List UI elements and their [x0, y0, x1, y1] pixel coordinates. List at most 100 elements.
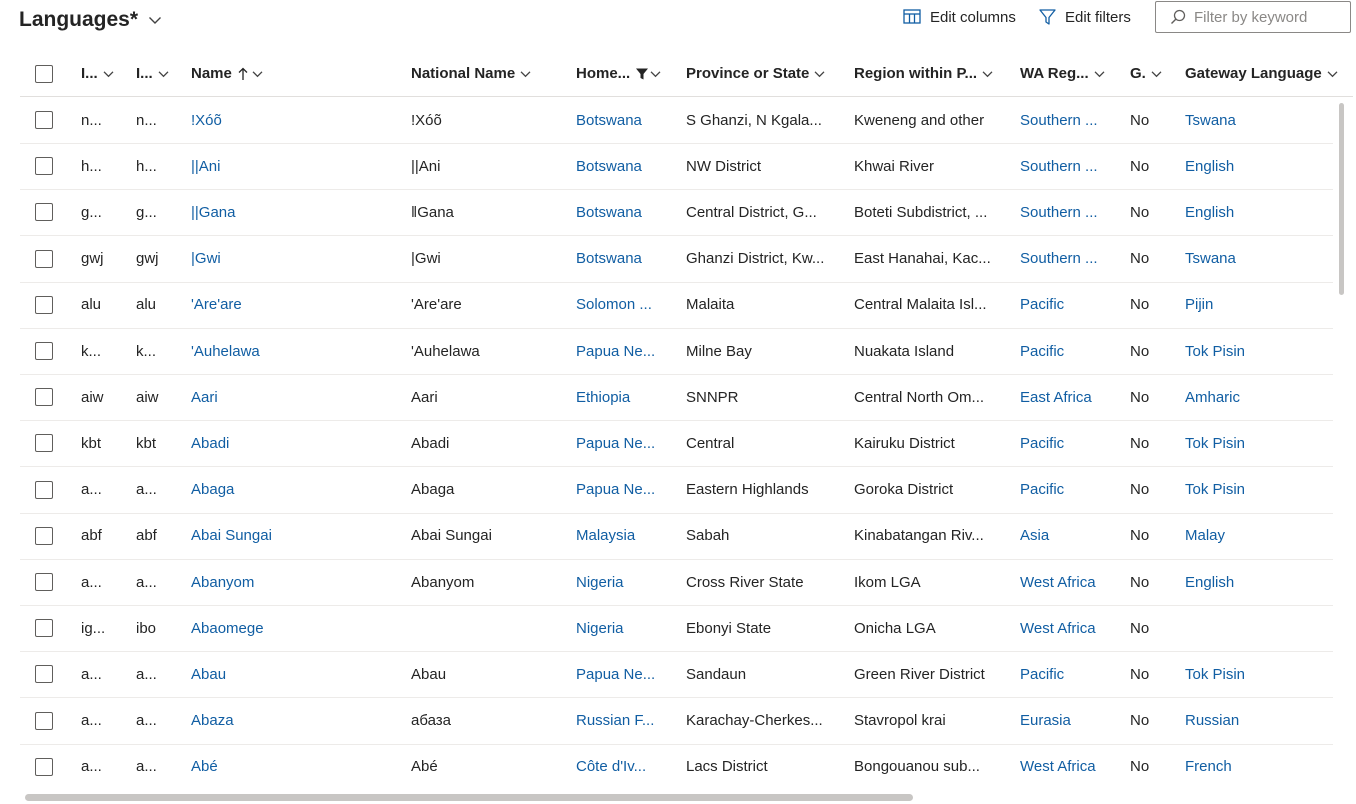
cell-name-text[interactable]: ||Ani	[191, 158, 401, 175]
row-checkbox[interactable]	[35, 665, 53, 684]
table-row[interactable]: gwj gwj |Gwi |Gwi Botswana Ghanzi District, K…	[20, 236, 1333, 283]
cell-gateway-text[interactable]: Tok Pisin	[1185, 481, 1345, 498]
cell-name-text[interactable]: Abé	[191, 758, 401, 775]
cell-name-text[interactable]: Aari	[191, 389, 401, 406]
cell-wa-text[interactable]: West Africa	[1020, 574, 1120, 591]
row-checkbox[interactable]	[35, 342, 53, 360]
cell-name-text[interactable]: 'Are'are	[191, 296, 401, 313]
cell-wa-text[interactable]: Southern ...	[1020, 112, 1120, 129]
cell-wa-text[interactable]: Pacific	[1020, 296, 1120, 313]
table-row[interactable]: aiw aiw Aari Aari Ethiopia SNNPR Central North…	[20, 374, 1333, 422]
cell-name-text[interactable]: Abanyom	[191, 574, 401, 591]
row-checkbox[interactable]	[35, 203, 53, 222]
cell-gateway-text[interactable]: Pijin	[1185, 296, 1345, 313]
cell-wa-text[interactable]: Pacific	[1020, 343, 1120, 360]
cell-home-text[interactable]: Nigeria	[576, 620, 676, 637]
cell-gateway-text[interactable]: Tok Pisin	[1185, 435, 1345, 452]
cell-gateway-text[interactable]: English	[1185, 204, 1345, 221]
cell-wa-text[interactable]: Pacific	[1020, 666, 1120, 683]
row-checkbox[interactable]	[35, 157, 53, 176]
cell-name-text[interactable]: Abau	[191, 666, 401, 683]
cell-home-text[interactable]: Botswana	[576, 250, 676, 267]
cell-home-text[interactable]: Papua Ne...	[576, 435, 676, 452]
row-checkbox[interactable]	[35, 619, 53, 638]
cell-gateway-text[interactable]: Tok Pisin	[1185, 666, 1345, 683]
cell-home-text[interactable]: Russian F...	[576, 712, 676, 729]
cell-gateway-text[interactable]: Tswana	[1185, 112, 1345, 129]
cell-wa-text[interactable]: Pacific	[1020, 481, 1120, 498]
cell-home-text[interactable]: Papua Ne...	[576, 666, 676, 683]
table-row[interactable]: n... n... !Xóõ !Xóõ Botswana S Ghanzi, N Kgal…	[20, 97, 1333, 144]
cell-wa-text[interactable]: West Africa	[1020, 620, 1120, 637]
table-row[interactable]: abf abf Abai Sungai Abai Sungai Malaysia Saba…	[20, 513, 1333, 560]
cell-gateway-text[interactable]: Tswana	[1185, 250, 1345, 267]
column-header[interactable]: National Name	[411, 51, 586, 96]
column-header[interactable]: G.	[1130, 51, 1185, 96]
cell-wa-text[interactable]: Asia	[1020, 527, 1120, 544]
cell-home-text[interactable]: Malaysia	[576, 527, 676, 544]
cell-wa-text[interactable]: Pacific	[1020, 435, 1120, 452]
row-checkbox[interactable]	[35, 526, 53, 545]
table-row[interactable]: a... a... Abaga Abaga Papua Ne... Eastern Hig…	[20, 467, 1333, 514]
vertical-scrollbar[interactable]	[1339, 103, 1344, 295]
cell-home-text[interactable]: Papua Ne...	[576, 481, 676, 498]
cell-name-text[interactable]: Abaga	[191, 481, 401, 498]
table-row[interactable]: k... k... 'Auhelawa 'Auhelawa Papua Ne... Mil…	[20, 328, 1333, 375]
cell-home-text[interactable]: Botswana	[576, 112, 676, 129]
cell-name-text[interactable]: !Xóõ	[191, 112, 401, 129]
row-checkbox[interactable]	[35, 111, 53, 129]
cell-wa-text[interactable]: Southern ...	[1020, 250, 1120, 267]
cell-name-text[interactable]: ||Gana	[191, 204, 401, 221]
cell-home-text[interactable]: Botswana	[576, 204, 676, 221]
table-row[interactable]: a... a... Abé Abé Côte d'Iv... Lacs District B…	[20, 744, 1333, 789]
column-header[interactable]: Province or State	[686, 51, 864, 96]
column-header[interactable]: Name	[191, 51, 421, 96]
cell-wa-text[interactable]: East Africa	[1020, 389, 1120, 406]
row-checkbox[interactable]	[35, 480, 53, 499]
column-header[interactable]: Gateway Language	[1185, 51, 1353, 96]
edit-filters-button[interactable]: Edit filters	[1039, 8, 1131, 26]
cell-gateway-text[interactable]: Tok Pisin	[1185, 343, 1345, 360]
select-all-checkbox[interactable]	[35, 64, 53, 83]
cell-wa-text[interactable]: West Africa	[1020, 758, 1120, 775]
cell-name-text[interactable]: Abaomege	[191, 620, 401, 637]
cell-gateway-text[interactable]: French	[1185, 758, 1345, 775]
cell-home-text[interactable]: Papua Ne...	[576, 343, 676, 360]
cell-name-text[interactable]: |Gwi	[191, 250, 401, 267]
table-row[interactable]: alu alu 'Are'are 'Are'are Solomon ... Malaita…	[20, 282, 1333, 329]
horizontal-scrollbar[interactable]	[25, 794, 913, 801]
table-row[interactable]: g... g... ||Gana ǁGana Botswana Central Distr…	[20, 189, 1333, 237]
cell-home-text[interactable]: Côte d'Iv...	[576, 758, 676, 775]
cell-wa-text[interactable]: Southern ...	[1020, 158, 1120, 175]
row-checkbox[interactable]	[35, 573, 53, 591]
table-row[interactable]: a... a... Abau Abau Papua Ne... Sandaun Green …	[20, 651, 1333, 699]
table-row[interactable]: kbt kbt Abadi Abadi Papua Ne... Central Kairuk…	[20, 420, 1333, 468]
row-checkbox[interactable]	[35, 711, 53, 730]
row-checkbox[interactable]	[35, 388, 53, 407]
keyword-filter-input[interactable]	[1194, 8, 1344, 26]
edit-columns-button[interactable]: Edit columns	[903, 8, 1016, 26]
table-row[interactable]: h... h... ||Ani ||Ani Botswana NW District Khw…	[20, 143, 1333, 191]
table-row[interactable]: a... a... Abanyom Abanyom Nigeria Cross River…	[20, 559, 1333, 606]
cell-gateway-text[interactable]: Russian	[1185, 712, 1345, 729]
row-checkbox[interactable]	[35, 249, 53, 268]
column-header[interactable]: Region within P...	[854, 51, 1030, 96]
cell-gateway-text[interactable]: Malay	[1185, 527, 1345, 544]
view-selector[interactable]: Languages*	[19, 8, 162, 32]
row-checkbox[interactable]	[35, 757, 53, 776]
cell-name-text[interactable]: Abaza	[191, 712, 401, 729]
cell-gateway-text[interactable]: Amharic	[1185, 389, 1345, 406]
table-row[interactable]: ig... ibo Abaomege Nigeria Ebonyi State Onich…	[20, 605, 1333, 653]
cell-home-text[interactable]: Nigeria	[576, 574, 676, 591]
cell-home-text[interactable]: Ethiopia	[576, 389, 676, 406]
row-checkbox[interactable]	[35, 295, 53, 314]
cell-name-text[interactable]: Abadi	[191, 435, 401, 452]
cell-name-text[interactable]: 'Auhelawa	[191, 343, 401, 360]
cell-home-text[interactable]: Botswana	[576, 158, 676, 175]
cell-wa-text[interactable]: Southern ...	[1020, 204, 1120, 221]
table-row[interactable]: a... a... Abaza абаза Russian F... Karachay-C…	[20, 698, 1333, 745]
row-checkbox[interactable]	[35, 434, 53, 453]
cell-name-text[interactable]: Abai Sungai	[191, 527, 401, 544]
column-header[interactable]: WA Reg...	[1020, 51, 1140, 96]
cell-wa-text[interactable]: Eurasia	[1020, 712, 1120, 729]
